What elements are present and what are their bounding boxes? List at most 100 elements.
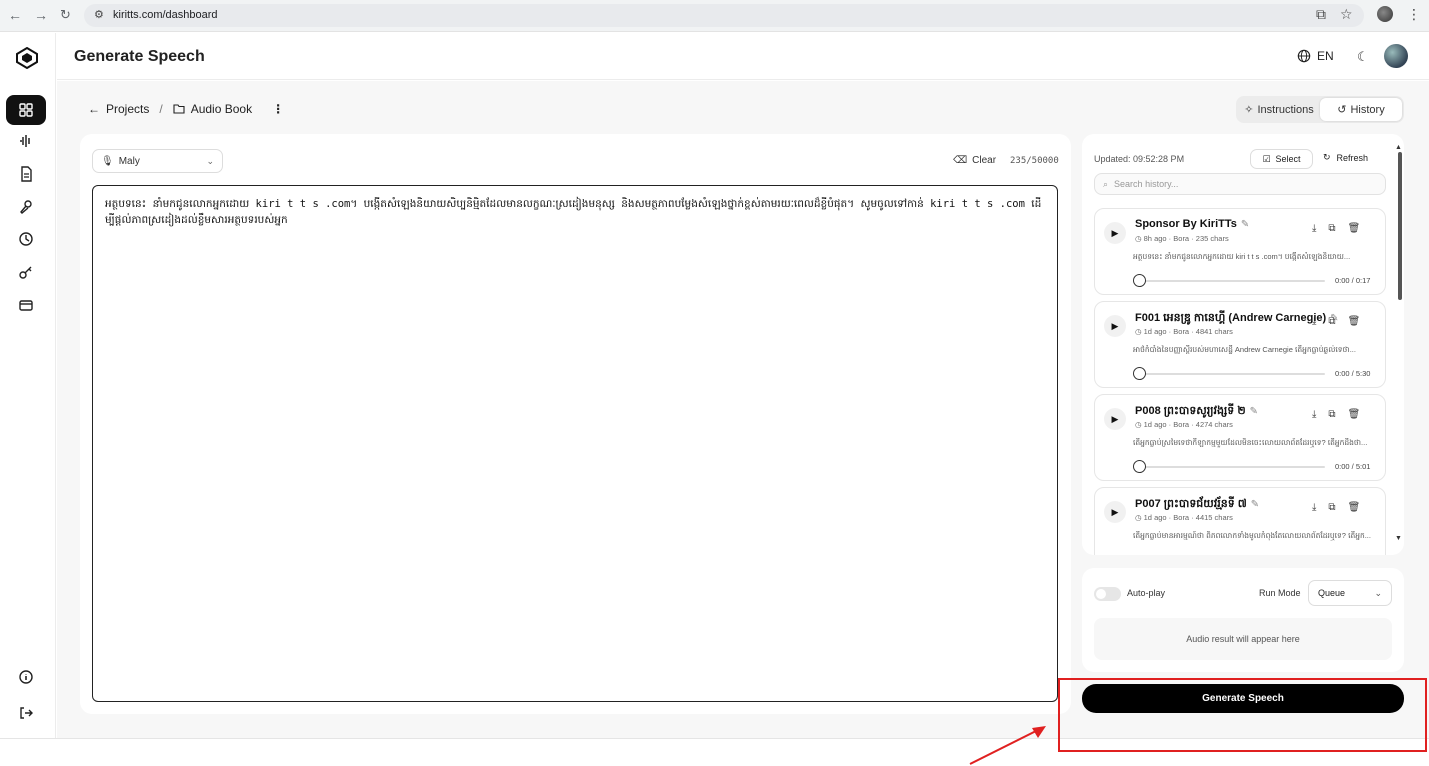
edit-pencil-icon[interactable]: ✎ xyxy=(1250,406,1258,417)
history-item-meta: ◷ 1d ago · Bora · 4274 chars xyxy=(1135,420,1233,429)
speech-text-input[interactable]: អត្ថបទនេះ នាំមកជូនលោកអ្នកដោយ kiri t t s … xyxy=(92,185,1058,702)
bookmark-star-icon[interactable]: ☆ xyxy=(1340,6,1353,23)
voice-clone-icon[interactable] xyxy=(6,192,46,222)
audio-time: 0:00 / 0:17 xyxy=(1335,276,1371,285)
autoplay-toggle[interactable] xyxy=(1094,587,1121,601)
sparkle-icon: ✧ xyxy=(1244,104,1254,116)
annotation-arrow-icon xyxy=(969,726,1046,765)
play-icon[interactable]: ▶ xyxy=(1104,222,1126,244)
site-settings-icon[interactable]: ⚙ xyxy=(94,8,104,21)
browser-profile-icon[interactable] xyxy=(1377,6,1393,22)
play-icon[interactable]: ▶ xyxy=(1104,501,1126,523)
checkbox-icon: ☑ xyxy=(1262,153,1271,164)
history-item-title: P007 ព្រះបាទជ័យវរ្ម័នទី ៧ ✎ xyxy=(1135,498,1260,510)
panel-tabs: ✧ Instructions ↺ History xyxy=(1236,96,1404,123)
audio-progress-knob[interactable] xyxy=(1133,367,1146,380)
move-to-folder-icon[interactable]: ⧉ xyxy=(1328,223,1335,234)
history-item-preview: អាថ៌កំបាំងនៃបញ្ញាស្តីរបស់មហាសេដ្ឋី Andre… xyxy=(1133,345,1356,354)
browser-menu-icon[interactable]: ⋮ xyxy=(1407,6,1421,23)
select-button[interactable]: ☑ Select xyxy=(1250,149,1313,169)
history-item[interactable]: ▶ P007 ព្រះបាទជ័យវរ្ម័នទី ៧ ✎ ◷ 1d ago · … xyxy=(1094,487,1386,555)
download-icon[interactable]: ⤓ xyxy=(1312,502,1316,513)
tab-instructions[interactable]: ✧ Instructions xyxy=(1238,98,1320,121)
play-icon[interactable]: ▶ xyxy=(1104,315,1126,337)
run-mode-select[interactable]: Queue ⌄ xyxy=(1308,580,1392,606)
install-app-icon[interactable]: ⧉ xyxy=(1316,6,1326,23)
delete-icon[interactable]: 🗑 xyxy=(1348,316,1361,327)
audio-time: 0:00 / 5:30 xyxy=(1335,369,1371,378)
delete-icon[interactable]: 🗑 xyxy=(1348,409,1361,420)
refresh-button[interactable]: ↻ Refresh xyxy=(1323,152,1368,163)
forward-icon[interactable]: → xyxy=(34,7,48,23)
history-item[interactable]: ▶ F001 អេនឌ្រូ កានេហ្គី (Andrew Carnegie… xyxy=(1094,301,1386,388)
history-scrollbar[interactable] xyxy=(1398,152,1402,300)
audio-progress-track[interactable] xyxy=(1139,466,1325,468)
main-content: ← Projects / Audio Book ⋮ ✧ Instructions… xyxy=(57,81,1429,738)
search-placeholder: Search history... xyxy=(1114,179,1179,189)
language-switcher[interactable]: EN xyxy=(1297,49,1334,63)
history-item-meta: ◷ 8h ago · Bora · 235 chars xyxy=(1135,234,1229,243)
breadcrumb-current[interactable]: Audio Book xyxy=(191,102,252,116)
download-icon[interactable]: ⤓ xyxy=(1312,316,1316,327)
logout-icon[interactable] xyxy=(6,698,46,728)
search-icon: ⌕ xyxy=(1103,178,1109,189)
audio-progress-track[interactable] xyxy=(1139,280,1325,282)
audio-progress-knob[interactable] xyxy=(1133,460,1146,473)
breadcrumb: ← Projects / Audio Book ⋮ xyxy=(88,102,284,116)
dark-mode-icon[interactable]: ☾ xyxy=(1357,49,1369,65)
scroll-up-icon[interactable]: ▲ xyxy=(1395,144,1402,151)
eraser-icon: ⌫ xyxy=(953,155,968,166)
download-icon[interactable]: ⤓ xyxy=(1312,409,1316,420)
refresh-label: Refresh xyxy=(1336,152,1369,163)
history-icon[interactable] xyxy=(6,224,46,254)
billing-card-icon[interactable] xyxy=(6,290,46,320)
history-search-input[interactable]: ⌕ Search history... xyxy=(1094,173,1386,195)
more-options-icon[interactable]: ⋮ xyxy=(272,102,284,116)
delete-icon[interactable]: 🗑 xyxy=(1348,502,1361,513)
voice-select[interactable]: 🎙 Maly ⌄ xyxy=(92,149,223,173)
back-icon[interactable]: ← xyxy=(8,7,22,23)
chevron-down-icon: ⌄ xyxy=(206,155,214,166)
document-icon[interactable] xyxy=(6,159,46,189)
user-avatar[interactable] xyxy=(1384,44,1408,68)
folder-icon xyxy=(173,104,185,114)
app-sidebar xyxy=(0,33,56,738)
info-icon[interactable] xyxy=(6,662,46,692)
edit-pencil-icon[interactable]: ✎ xyxy=(1251,499,1259,510)
history-item[interactable]: ▶ Sponsor By KiriTTs ✎ ◷ 8h ago · Bora · … xyxy=(1094,208,1386,295)
history-small-icon: ↺ xyxy=(1337,104,1347,116)
audio-progress-track[interactable] xyxy=(1139,373,1325,375)
address-bar[interactable]: ⚙ kiritts.com/dashboard xyxy=(84,4,1364,27)
history-item-title: F001 អេនឌ្រូ កានេហ្គី (Andrew Carnegie) ✎ xyxy=(1135,312,1339,324)
api-key-icon[interactable] xyxy=(6,257,46,287)
updated-timestamp: Updated: 09:52:28 PM xyxy=(1094,154,1185,164)
history-item[interactable]: ▶ P008 ព្រះបាទសូរ្យវង្សទី ២ ✎ ◷ 1d ago · … xyxy=(1094,394,1386,481)
edit-pencil-icon[interactable]: ✎ xyxy=(1241,219,1249,230)
reload-icon[interactable]: ↻ xyxy=(60,7,71,23)
history-item-meta: ◷ 1d ago · Bora · 4415 chars xyxy=(1135,513,1233,522)
tab-history-label: History xyxy=(1350,103,1385,116)
move-to-folder-icon[interactable]: ⧉ xyxy=(1328,316,1335,327)
scroll-down-icon[interactable]: ▼ xyxy=(1395,535,1402,542)
history-item-preview: តើអ្នកធ្លាប់មានអារម្មណ៍ថា ពិភពលោកទាំងមូល… xyxy=(1133,531,1371,540)
move-to-folder-icon[interactable]: ⧉ xyxy=(1328,502,1335,513)
language-code: EN xyxy=(1317,49,1334,63)
audio-progress-knob[interactable] xyxy=(1133,274,1146,287)
player-card: Auto-play Run Mode Queue ⌄ Audio result … xyxy=(1082,568,1404,672)
history-item-title: P008 ព្រះបាទសូរ្យវង្សទី ២ ✎ xyxy=(1135,405,1259,417)
breadcrumb-projects[interactable]: Projects xyxy=(106,102,149,116)
move-to-folder-icon[interactable]: ⧉ xyxy=(1328,409,1335,420)
download-icon[interactable]: ⤓ xyxy=(1312,223,1316,234)
clear-button[interactable]: ⌫ Clear xyxy=(953,155,996,166)
app-logo-icon[interactable] xyxy=(16,47,38,69)
delete-icon[interactable]: 🗑 xyxy=(1348,223,1361,234)
voice-name: Maly xyxy=(118,155,140,167)
waveform-icon[interactable] xyxy=(6,126,46,156)
history-item-meta: ◷ 1d ago · Bora · 4841 chars xyxy=(1135,327,1233,336)
tab-history[interactable]: ↺ History xyxy=(1320,98,1402,121)
dashboard-icon[interactable] xyxy=(6,95,46,125)
annotation-highlight-box xyxy=(1058,678,1427,752)
play-icon[interactable]: ▶ xyxy=(1104,408,1126,430)
history-panel: Updated: 09:52:28 PM ☑ Select ↻ Refresh … xyxy=(1082,134,1404,555)
back-arrow-icon[interactable]: ← xyxy=(88,102,100,116)
